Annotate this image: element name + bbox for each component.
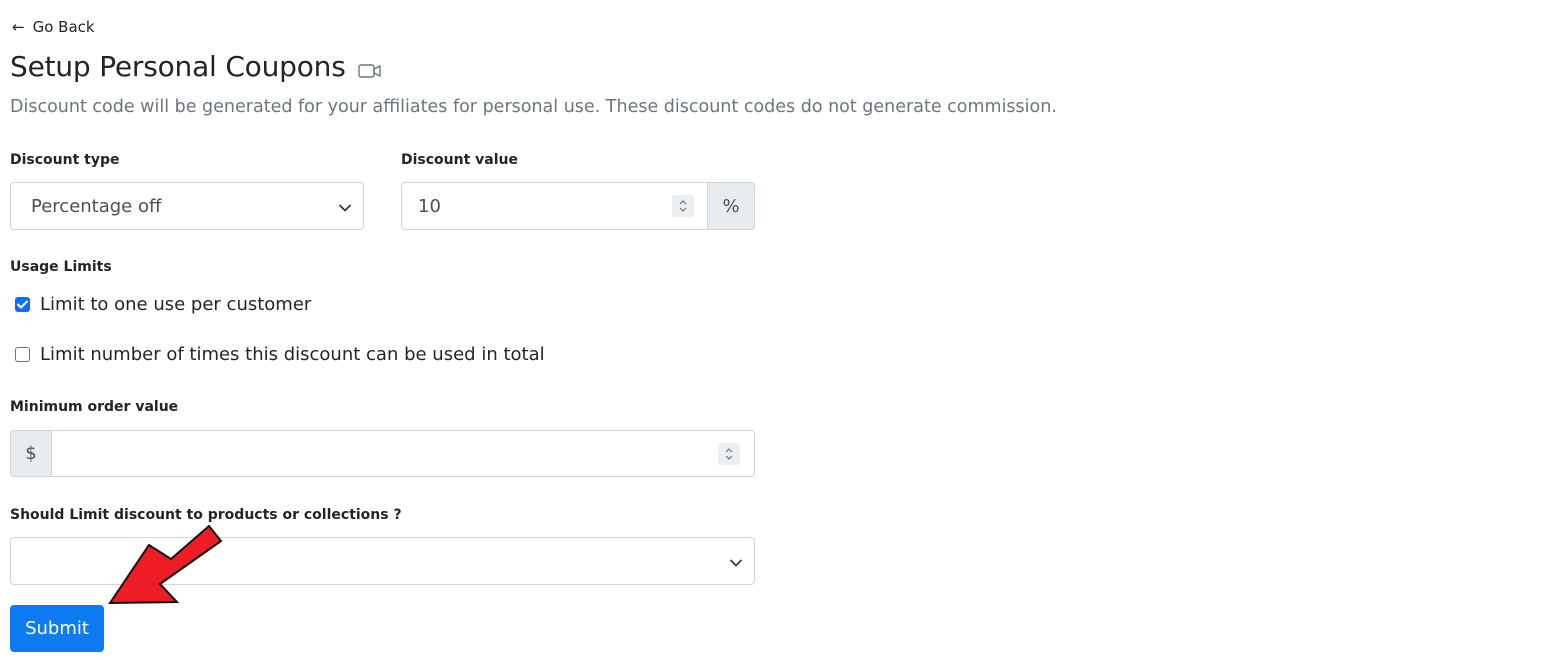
page-title-text: Setup Personal Coupons [10, 50, 346, 83]
limit-products-label: Should Limit discount to products or col… [10, 507, 402, 523]
usage-limits-label: Usage Limits [10, 259, 112, 275]
page-description: Discount code will be generated for your… [10, 97, 1057, 117]
min-order-label: Minimum order value [10, 399, 179, 415]
limit-one-use-checkbox[interactable] [15, 297, 30, 312]
checkmark-icon [17, 300, 28, 309]
chevron-down-icon [730, 551, 742, 572]
spinner-icon[interactable] [672, 195, 694, 217]
video-camera-icon[interactable] [357, 53, 382, 86]
limit-total-uses-checkbox-row[interactable]: Limit number of times this discount can … [15, 344, 545, 365]
page-title: Setup Personal Coupons [10, 47, 382, 86]
limit-total-uses-checkbox[interactable] [15, 347, 30, 362]
go-back-label: Go Back [32, 18, 95, 36]
limit-one-use-label: Limit to one use per customer [40, 294, 312, 315]
limit-total-uses-label: Limit number of times this discount can … [40, 344, 545, 365]
min-order-input[interactable] [51, 430, 755, 477]
discount-type-select[interactable]: Percentage off [10, 182, 364, 230]
left-arrow-icon: ← [12, 18, 25, 36]
discount-type-label: Discount type [10, 152, 120, 168]
discount-value-label: Discount value [401, 152, 519, 168]
discount-type-value: Percentage off [31, 195, 162, 217]
spinner-icon[interactable] [718, 442, 740, 465]
submit-button[interactable]: Submit [10, 605, 104, 652]
discount-value-text: 10 [418, 195, 441, 217]
percent-addon: % [707, 182, 755, 230]
limit-one-use-checkbox-row[interactable]: Limit to one use per customer [15, 294, 311, 315]
discount-value-input[interactable]: 10 [401, 182, 709, 230]
chevron-down-icon [339, 196, 351, 217]
annotation-arrow-icon [108, 525, 223, 605]
dollar-addon: $ [10, 430, 52, 477]
go-back-link[interactable]: ← Go Back [12, 18, 95, 36]
